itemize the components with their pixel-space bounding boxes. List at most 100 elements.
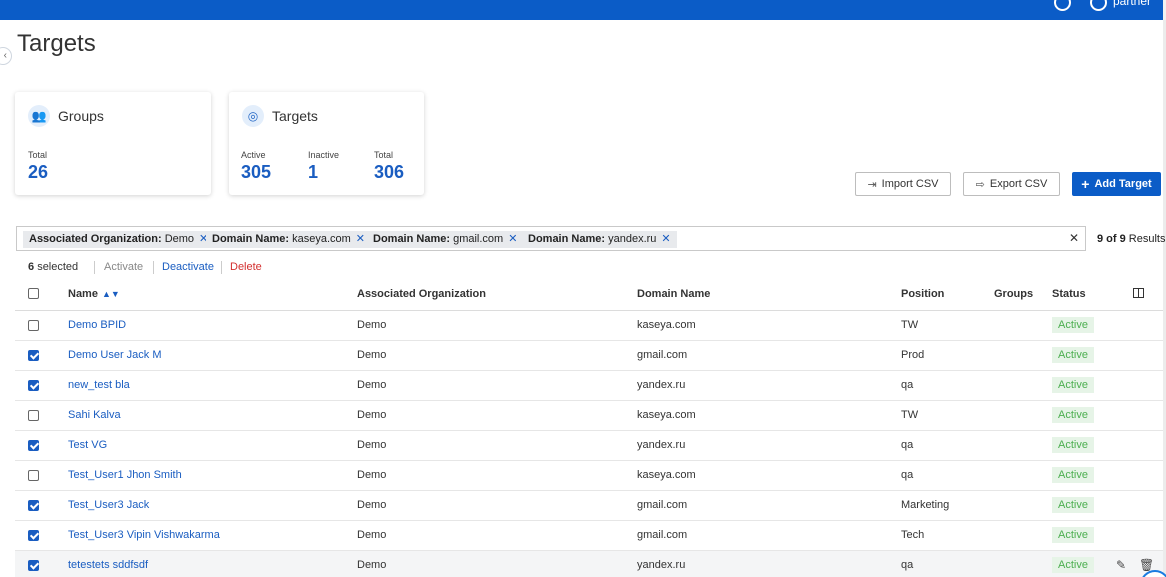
position-cell: Marketing [901, 499, 950, 511]
domain-cell: gmail.com [637, 499, 688, 511]
status-badge: Active [1052, 347, 1094, 363]
target-name-link[interactable]: Test_User3 Vipin Vishwakarma [68, 529, 220, 541]
table-row[interactable]: Test_User1 Jhon Smith Demo kaseya.com qa… [15, 461, 1163, 491]
groups-card: 👥 Groups Total 26 [15, 92, 211, 195]
target-name-link[interactable]: tetestets sddfsdf [68, 559, 148, 571]
filter-key: Associated Organization: [29, 233, 162, 245]
domain-cell: yandex.ru [637, 379, 686, 391]
row-checkbox[interactable] [28, 320, 39, 331]
stat-label: Total [28, 150, 48, 160]
target-name-link[interactable]: Test VG [68, 439, 107, 451]
target-name-link[interactable]: new_test bla [68, 379, 130, 391]
table-row[interactable]: Test VG Demo yandex.ru qa Active [15, 431, 1163, 461]
user-name[interactable]: partner [1113, 0, 1151, 8]
clear-filters-icon[interactable]: ✕ [1069, 231, 1079, 245]
stat-label: Total [374, 150, 394, 160]
stat-value: 1 [308, 162, 319, 182]
table-row[interactable]: Test_User3 Vipin Vishwakarma Demo gmail.… [15, 521, 1163, 551]
delete-button[interactable]: Delete [230, 261, 262, 273]
row-checkbox[interactable] [28, 380, 39, 391]
user-avatar-icon[interactable] [1090, 0, 1107, 11]
add-target-label: Add Target [1094, 178, 1152, 190]
stat-value: 26 [28, 162, 49, 182]
targets-card-title: Targets [272, 108, 318, 124]
position-cell: qa [901, 379, 914, 391]
column-header-domain[interactable]: Domain Name [637, 288, 710, 300]
close-icon[interactable]: ✕ [356, 233, 365, 245]
table-row[interactable]: Test_User3 Jack Demo gmail.com Marketing… [15, 491, 1163, 521]
target-name-link[interactable]: Demo BPID [68, 319, 126, 331]
columns-settings-icon[interactable] [1133, 288, 1144, 298]
organization-cell: Demo [357, 379, 387, 391]
select-all-checkbox[interactable] [28, 288, 39, 299]
domain-cell: gmail.com [637, 349, 688, 361]
column-header-name[interactable]: Name ▲▼ [68, 288, 120, 300]
table-row[interactable]: Sahi Kalva Demo kaseya.com TW Active [15, 401, 1163, 431]
row-checkbox[interactable] [28, 350, 39, 361]
close-icon[interactable]: ✕ [661, 233, 670, 245]
divider [94, 261, 95, 274]
info-icon[interactable] [1054, 0, 1071, 11]
target-name-link[interactable]: Test_User1 Jhon Smith [68, 469, 182, 481]
organization-cell: Demo [357, 469, 387, 481]
status-badge: Active [1052, 407, 1094, 423]
filter-key: Domain Name: [528, 233, 606, 245]
organization-cell: Demo [357, 499, 387, 511]
close-icon[interactable]: ✕ [508, 233, 517, 245]
table-row[interactable]: Demo BPID Demo kaseya.com TW Active [15, 311, 1163, 341]
targets-inactive-stat: Inactive 1 [308, 150, 339, 183]
export-csv-button[interactable]: ⇨ Export CSV [963, 172, 1060, 196]
results-label: Results [1128, 233, 1166, 245]
target-name-link[interactable]: Sahi Kalva [68, 409, 121, 421]
column-header-status[interactable]: Status [1052, 288, 1086, 300]
table-row[interactable]: tetestets sddfsdf Demo yandex.ru qa Acti… [15, 551, 1163, 577]
add-target-button[interactable]: + Add Target [1072, 172, 1161, 196]
target-name-link[interactable]: Demo User Jack M [68, 349, 162, 361]
position-cell: Prod [901, 349, 925, 361]
filter-bar[interactable]: Associated Organization: Demo ✕ Domain Na… [16, 226, 1086, 251]
activate-button[interactable]: Activate [104, 261, 143, 273]
domain-cell: yandex.ru [637, 439, 686, 451]
organization-cell: Demo [357, 529, 387, 541]
sort-icon[interactable]: ▲▼ [102, 289, 120, 299]
import-csv-button[interactable]: ⇥ Import CSV [855, 172, 951, 196]
stat-value: 305 [241, 162, 272, 182]
column-header-position[interactable]: Position [901, 288, 944, 300]
filter-value: yandex.ru [608, 233, 657, 245]
filter-key: Domain Name: [373, 233, 451, 245]
organization-cell: Demo [357, 349, 387, 361]
row-checkbox[interactable] [28, 560, 39, 571]
domain-cell: kaseya.com [637, 469, 696, 481]
filter-key: Domain Name: [212, 233, 290, 245]
target-name-link[interactable]: Test_User3 Jack [68, 499, 149, 511]
domain-cell: yandex.ru [637, 559, 686, 571]
table-row[interactable]: Demo User Jack M Demo gmail.com Prod Act… [15, 341, 1163, 371]
edit-icon[interactable]: ✎ [1116, 558, 1126, 572]
groups-icon: 👥 [28, 105, 50, 127]
targets-active-stat: Active 305 [241, 150, 271, 183]
table-row[interactable]: new_test bla Demo yandex.ru qa Active [15, 371, 1163, 401]
row-checkbox[interactable] [28, 470, 39, 481]
filter-chip[interactable]: Domain Name: kaseya.com ✕ [206, 231, 372, 248]
position-cell: qa [901, 439, 914, 451]
top-bar: partner [0, 0, 1166, 20]
row-checkbox[interactable] [28, 500, 39, 511]
deactivate-button[interactable]: Deactivate [162, 261, 214, 273]
column-header-organization[interactable]: Associated Organization [357, 288, 486, 300]
filter-chip[interactable]: Domain Name: yandex.ru ✕ [522, 231, 677, 248]
row-checkbox[interactable] [28, 410, 39, 421]
export-csv-label: Export CSV [989, 178, 1048, 190]
targets-card: ◎ Targets Active 305 Inactive 1 Total 30… [229, 92, 424, 195]
organization-cell: Demo [357, 559, 387, 571]
row-checkbox[interactable] [28, 530, 39, 541]
groups-total-stat: Total 26 [28, 150, 48, 183]
filter-value: kaseya.com [292, 233, 351, 245]
sidebar-collapse-icon[interactable]: ‹ [0, 47, 12, 65]
column-header-groups[interactable]: Groups [994, 288, 1033, 300]
filter-value: Demo [164, 233, 195, 245]
row-checkbox[interactable] [28, 440, 39, 451]
status-badge: Active [1052, 497, 1094, 513]
filter-chip[interactable]: Associated Organization: Demo ✕ [23, 231, 215, 248]
filter-chip[interactable]: Domain Name: gmail.com ✕ [367, 231, 524, 248]
position-cell: qa [901, 469, 914, 481]
